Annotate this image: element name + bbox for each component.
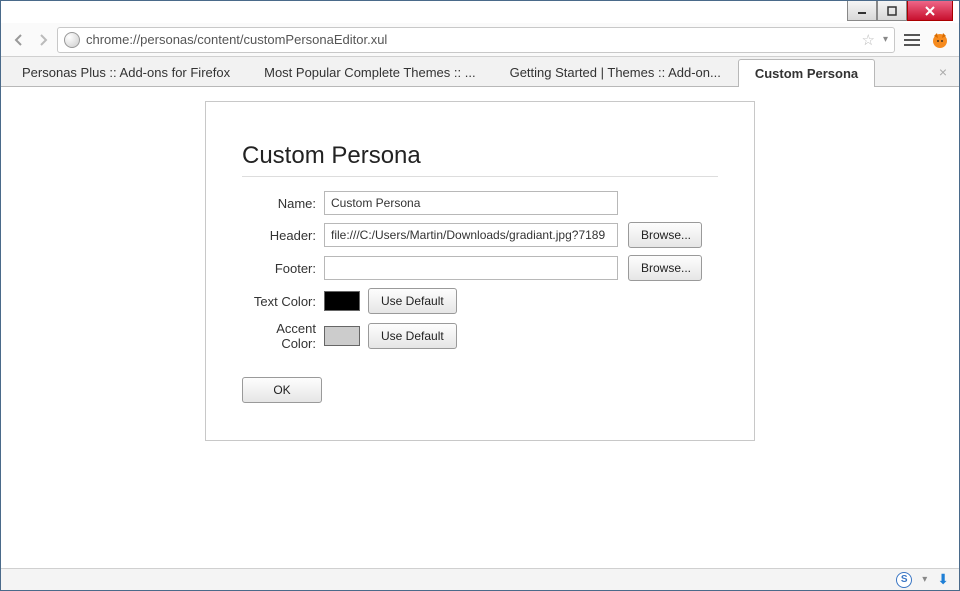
browse-header-button[interactable]: Browse... bbox=[628, 222, 702, 248]
url-text[interactable]: chrome://personas/content/customPersonaE… bbox=[86, 32, 856, 47]
row-footer: Footer: Browse... bbox=[242, 255, 718, 281]
label-header: Header: bbox=[242, 228, 324, 243]
row-text-color: Text Color: Use Default bbox=[242, 288, 718, 314]
label-accent-color: Accent Color: bbox=[242, 321, 324, 351]
bookmark-star-icon[interactable]: ☆ bbox=[862, 31, 875, 49]
text-color-swatch[interactable] bbox=[324, 291, 360, 311]
header-input[interactable] bbox=[324, 223, 618, 247]
tab-custom-persona[interactable]: Custom Persona bbox=[738, 59, 875, 87]
row-name: Name: bbox=[242, 191, 718, 215]
custom-persona-panel: Custom Persona Name: Header: Browse... F… bbox=[205, 101, 755, 441]
tab-close-icon[interactable]: × bbox=[939, 64, 947, 80]
use-default-accent-color-button[interactable]: Use Default bbox=[368, 323, 457, 349]
url-bar[interactable]: chrome://personas/content/customPersonaE… bbox=[57, 27, 895, 53]
close-button[interactable] bbox=[907, 1, 953, 21]
hamburger-menu-button[interactable] bbox=[899, 27, 925, 53]
urlbar-dropdown-icon[interactable]: ▾ bbox=[883, 34, 888, 45]
site-identity-icon bbox=[64, 32, 80, 48]
back-button[interactable] bbox=[9, 30, 29, 50]
status-bar: S ▾ ⬇ bbox=[1, 568, 959, 590]
panel-title: Custom Persona bbox=[242, 142, 718, 177]
tab-strip: Personas Plus :: Add-ons for Firefox Mos… bbox=[1, 57, 959, 87]
name-input[interactable] bbox=[324, 191, 618, 215]
window-controls bbox=[847, 1, 953, 21]
status-dropdown-icon[interactable]: ▾ bbox=[922, 574, 927, 585]
use-default-text-color-button[interactable]: Use Default bbox=[368, 288, 457, 314]
forward-button[interactable] bbox=[33, 30, 53, 50]
footer-input[interactable] bbox=[324, 256, 618, 280]
row-ok: OK bbox=[242, 377, 718, 403]
download-indicator-icon[interactable]: ⬇ bbox=[937, 571, 949, 588]
tab-getting-started[interactable]: Getting Started | Themes :: Add-on... bbox=[493, 58, 738, 86]
personas-fox-icon[interactable] bbox=[929, 29, 951, 51]
nav-toolbar: chrome://personas/content/customPersonaE… bbox=[1, 23, 959, 57]
ok-button[interactable]: OK bbox=[242, 377, 322, 403]
tab-personas-addons[interactable]: Personas Plus :: Add-ons for Firefox bbox=[5, 58, 247, 86]
content-area: Custom Persona Name: Header: Browse... F… bbox=[1, 87, 959, 568]
label-name: Name: bbox=[242, 196, 324, 211]
maximize-button[interactable] bbox=[877, 1, 907, 21]
minimize-button[interactable] bbox=[847, 1, 877, 21]
sync-status-icon[interactable]: S bbox=[896, 572, 912, 588]
row-header: Header: Browse... bbox=[242, 222, 718, 248]
browse-footer-button[interactable]: Browse... bbox=[628, 255, 702, 281]
accent-color-swatch[interactable] bbox=[324, 326, 360, 346]
row-accent-color: Accent Color: Use Default bbox=[242, 321, 718, 351]
tab-popular-themes[interactable]: Most Popular Complete Themes :: ... bbox=[247, 58, 492, 86]
label-footer: Footer: bbox=[242, 261, 324, 276]
label-text-color: Text Color: bbox=[242, 294, 324, 309]
